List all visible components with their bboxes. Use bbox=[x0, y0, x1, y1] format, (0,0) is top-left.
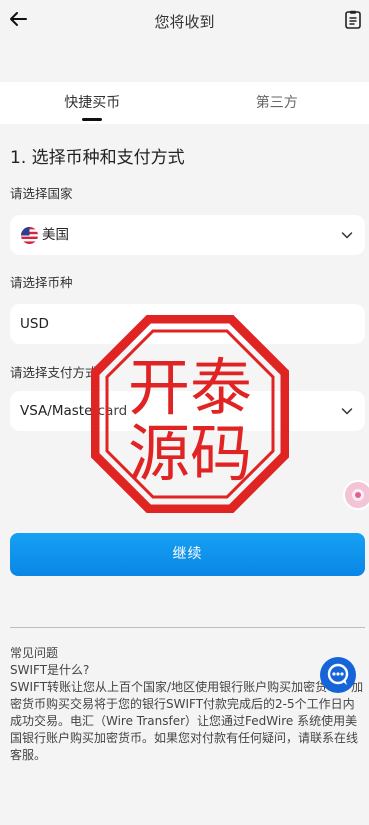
chat-icon bbox=[327, 663, 349, 685]
watermark-stamp: 开泰 源码 bbox=[91, 315, 289, 513]
country-label: 请选择国家 bbox=[10, 186, 73, 201]
faq-answer: SWIFT转账让您从上百个国家/地区使用银行账户购买加密货币。加密货币购买交易将… bbox=[10, 680, 364, 762]
faq-section: 常见问题 SWIFT是什么? SWIFT转账让您从上百个国家/地区使用银行账户购… bbox=[10, 645, 365, 764]
section-title: 1. 选择币种和支付方式 bbox=[10, 148, 185, 168]
chat-support-button[interactable] bbox=[320, 657, 356, 693]
stamp-line2: 源码 bbox=[128, 417, 252, 490]
faq-heading: 常见问题 bbox=[10, 646, 59, 660]
faq-divider bbox=[10, 627, 365, 628]
page-title: 您将收到 bbox=[154, 13, 215, 31]
us-flag-icon bbox=[21, 227, 38, 244]
faq-question: SWIFT是什么? bbox=[10, 663, 90, 677]
top-bar: 您将收到 bbox=[0, 0, 369, 42]
stamp-line1: 开泰 bbox=[128, 351, 252, 424]
continue-button[interactable]: 继续 bbox=[10, 533, 365, 576]
currency-label: 请选择币种 bbox=[10, 275, 73, 290]
country-select[interactable]: 美国 bbox=[10, 215, 365, 255]
tab-quick-buy[interactable]: 快捷买币 bbox=[0, 82, 185, 124]
tab-bar: 快捷买币 第三方 bbox=[0, 82, 369, 124]
active-tab-indicator bbox=[82, 118, 103, 121]
currency-value: USD bbox=[20, 316, 49, 332]
tab-quick-buy-label: 快捷买币 bbox=[64, 95, 121, 111]
sparkle-icon bbox=[352, 489, 364, 501]
buy-crypto-page: 您将收到 快捷买币 第三方 1. 选择币种和支付方式 请选择国家 美国 请选择币… bbox=[0, 0, 369, 825]
tab-third-party-label: 第三方 bbox=[255, 95, 298, 111]
country-value: 美国 bbox=[42, 227, 69, 243]
payment-label: 请选择支付方式 bbox=[10, 365, 98, 380]
chevron-down-icon bbox=[341, 232, 353, 239]
chevron-down-icon bbox=[341, 408, 353, 415]
tab-third-party[interactable]: 第三方 bbox=[185, 82, 369, 124]
side-float-button[interactable] bbox=[343, 480, 369, 510]
record-list-icon[interactable] bbox=[344, 10, 362, 30]
